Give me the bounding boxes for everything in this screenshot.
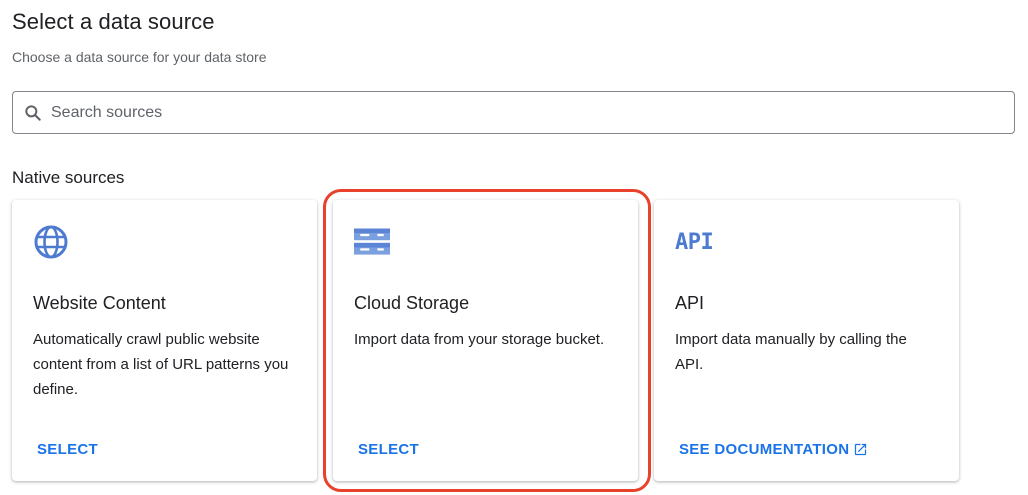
link-label: SEE DOCUMENTATION	[679, 441, 850, 458]
card-description: Import data manually by calling the API.	[675, 331, 907, 373]
globe-icon	[33, 225, 69, 259]
select-cloud-storage-button[interactable]: SELECT	[358, 441, 419, 458]
card-title: Website Content	[33, 293, 166, 313]
api-icon: API	[675, 225, 714, 259]
search-box[interactable]	[12, 91, 1015, 134]
api-icon-text: API	[675, 229, 714, 255]
page-subtitle: Choose a data source for your data store	[12, 49, 267, 65]
api-card[interactable]: API API Import data manually by calling …	[654, 200, 959, 481]
card-title: Cloud Storage	[354, 293, 470, 313]
card-description: Import data from your storage bucket.	[354, 331, 605, 348]
see-documentation-link[interactable]: SEE DOCUMENTATION	[679, 441, 868, 458]
native-sources-heading: Native sources	[12, 168, 125, 187]
select-website-content-button[interactable]: SELECT	[37, 441, 98, 458]
website-content-card[interactable]: Website Content Automatically crawl publ…	[12, 200, 317, 481]
search-input[interactable]	[49, 96, 1014, 129]
open-in-new-icon	[853, 442, 868, 457]
card-title: API	[675, 293, 705, 313]
cloud-storage-card[interactable]: Cloud Storage Import data from your stor…	[333, 200, 638, 481]
page-title: Select a data source	[12, 9, 215, 34]
search-icon	[23, 103, 43, 123]
button-label: SELECT	[358, 441, 419, 458]
storage-icon	[354, 225, 390, 259]
data-source-page: Select a data source Choose a data sourc…	[0, 0, 1028, 495]
button-label: SELECT	[37, 441, 98, 458]
card-description: Automatically crawl public website conte…	[33, 331, 289, 398]
